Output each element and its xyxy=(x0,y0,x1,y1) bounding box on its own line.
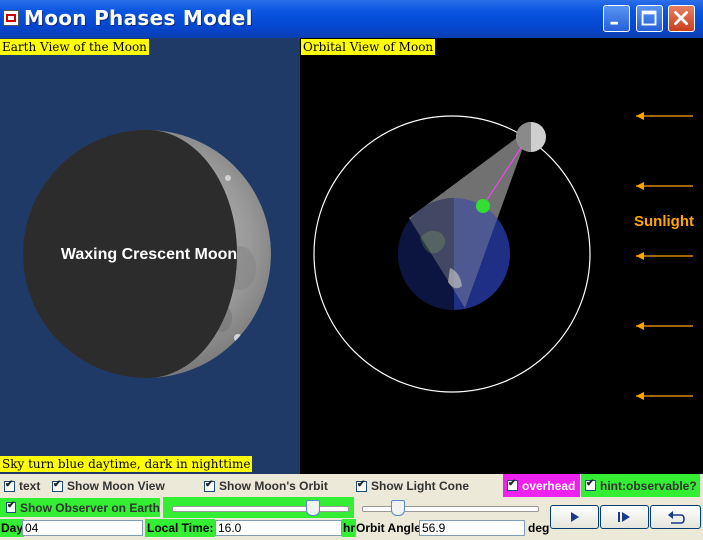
play-icon xyxy=(571,512,579,522)
hint-observable-label: hint:observable? xyxy=(600,478,697,493)
orbit-angle-slider[interactable] xyxy=(362,506,539,512)
window-title: Moon Phases Model xyxy=(24,6,253,30)
orbit-angle-unit: deg xyxy=(528,521,550,535)
sunlight-label: Sunlight xyxy=(634,213,694,230)
app-icon xyxy=(3,10,19,26)
step-icon xyxy=(618,512,630,522)
show-observer-label: Show Observer on Earth xyxy=(19,500,160,515)
maximize-button[interactable] xyxy=(636,5,663,32)
reset-icon xyxy=(668,511,685,524)
close-icon xyxy=(674,11,688,25)
show-light-cone-label: Show Light Cone xyxy=(371,479,469,493)
moon-phase-label: Waxing Crescent Moon xyxy=(61,246,237,263)
orbital-view-title: Orbital View of Moon xyxy=(301,39,436,55)
orbit-angle-label: Orbit Angle xyxy=(356,521,421,535)
hint-observable-checkbox[interactable]: hint:observable? xyxy=(581,474,700,497)
overhead-checkbox[interactable]: overhead xyxy=(503,474,580,497)
show-observer-checkbox[interactable]: Show Observer on Earth xyxy=(0,498,160,517)
overhead-label: overhead xyxy=(522,478,576,493)
show-moon-orbit-label: Show Moon's Orbit xyxy=(219,479,328,493)
earth-view-title: Earth View of the Moon xyxy=(0,39,149,55)
earth-view-panel: Waxing Crescent Moon Earth View of the M… xyxy=(0,38,300,474)
minimize-button[interactable] xyxy=(603,5,630,32)
local-time-slider-thumb[interactable] xyxy=(306,500,320,516)
text-checkbox-label: text xyxy=(19,479,41,493)
local-time-field[interactable] xyxy=(215,520,342,536)
sky-hint-label: Sky turn blue daytime, dark in nighttime xyxy=(0,456,253,472)
day-field[interactable] xyxy=(22,520,143,536)
orbit-angle-slider-thumb[interactable] xyxy=(391,500,405,516)
moon-view-graphic: Waxing Crescent Moon xyxy=(23,130,271,378)
reset-button[interactable] xyxy=(650,505,701,529)
show-moon-view-checkbox[interactable]: Show Moon View xyxy=(52,479,165,493)
local-time-slider[interactable] xyxy=(172,506,349,512)
show-light-cone-checkbox[interactable]: Show Light Cone xyxy=(356,479,469,493)
close-button[interactable] xyxy=(668,5,695,32)
show-moon-view-label: Show Moon View xyxy=(67,479,165,493)
minimize-icon xyxy=(610,21,618,25)
step-button[interactable] xyxy=(600,505,649,529)
observer-dot[interactable] xyxy=(476,199,490,213)
maximize-icon xyxy=(641,10,657,26)
local-time-unit: hr xyxy=(342,519,356,537)
orbit-diagram: Sunlight xyxy=(313,112,694,400)
text-checkbox[interactable]: text xyxy=(4,479,40,493)
title-bar: Moon Phases Model xyxy=(0,0,703,38)
local-time-label: Local Time: xyxy=(145,519,216,537)
sunlight-arrow-icon xyxy=(636,112,693,400)
day-label: Day xyxy=(0,519,25,537)
orbit-angle-field[interactable] xyxy=(419,520,525,536)
show-moon-orbit-checkbox[interactable]: Show Moon's Orbit xyxy=(204,479,328,493)
orbital-view-panel: Sunlight Orbital View of Moon xyxy=(300,38,703,474)
play-button[interactable] xyxy=(550,505,599,529)
